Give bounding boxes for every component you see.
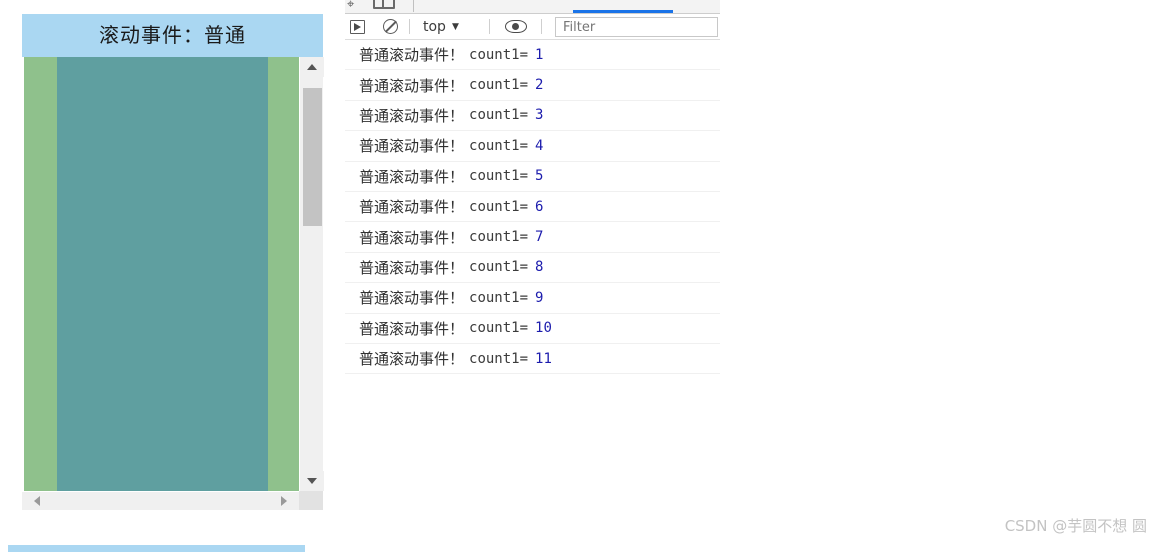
console-message-row[interactable]: 普通滚动事件！ count1= 6: [345, 192, 720, 223]
console-variable-value: 5: [535, 168, 544, 185]
console-variable-value: 1: [535, 46, 544, 63]
horizontal-scrollbar[interactable]: [22, 491, 299, 510]
vertical-scrollbar-thumb[interactable]: [303, 88, 322, 226]
console-variable-value: 6: [535, 198, 544, 215]
console-message-row[interactable]: 普通滚动事件！ count1= 2: [345, 70, 720, 101]
console-message-text: 普通滚动事件！: [359, 258, 465, 277]
scroll-down-button[interactable]: [300, 471, 324, 491]
tabstrip-divider: [413, 0, 414, 12]
console-message-text: 普通滚动事件！: [359, 319, 465, 338]
console-variable-name: count1=: [469, 137, 529, 154]
eye-icon: [505, 20, 527, 33]
console-message-text: 普通滚动事件！: [359, 46, 465, 65]
console-variable-name: count1=: [469, 168, 529, 185]
console-variable-value: 2: [535, 77, 544, 94]
console-message-row[interactable]: 普通滚动事件！ count1= 7: [345, 222, 720, 253]
csdn-watermark: CSDN @芋圆不想 圆: [1004, 517, 1147, 535]
toolbar-divider: [541, 19, 542, 34]
console-message-row[interactable]: 普通滚动事件！ count1= 9: [345, 283, 720, 314]
clear-console-icon: [383, 19, 398, 34]
console-variable-value: 11: [535, 350, 552, 367]
console-variable-name: count1=: [469, 46, 529, 63]
console-message-row[interactable]: 普通滚动事件！ count1= 11: [345, 344, 720, 375]
devtools-tabstrip[interactable]: ⌖: [345, 0, 720, 14]
triangle-up-icon: [307, 64, 317, 70]
console-message-row[interactable]: 普通滚动事件！ count1= 10: [345, 314, 720, 344]
console-message-row[interactable]: 普通滚动事件！ count1= 8: [345, 253, 720, 284]
console-message-row[interactable]: 普通滚动事件！ count1= 3: [345, 101, 720, 132]
console-variable-value: 4: [535, 137, 544, 154]
toolbar-divider: [409, 19, 410, 34]
console-message-text: 普通滚动事件！: [359, 167, 465, 186]
console-message-text: 普通滚动事件！: [359, 106, 465, 125]
demo-panel-title: 滚动事件：普通: [22, 14, 323, 57]
console-toolbar: top ▼: [345, 14, 720, 40]
console-message-text: 普通滚动事件！: [359, 137, 465, 156]
console-variable-value: 7: [535, 229, 544, 246]
demo-content-outer-block: [22, 57, 299, 491]
console-variable-name: count1=: [469, 107, 529, 124]
console-filter-input[interactable]: [555, 17, 718, 37]
clear-console-button[interactable]: [383, 14, 398, 39]
scrollbar-corner: [299, 491, 323, 510]
console-message-row[interactable]: 普通滚动事件！ count1= 4: [345, 131, 720, 162]
triangle-right-icon: [281, 496, 287, 506]
chevron-down-icon: ▼: [451, 21, 459, 32]
devtools-console-panel: ⌖ top ▼ 普通滚动事件！count1=1普通滚动事件！count1=2普通…: [345, 0, 720, 392]
toolbar-divider: [489, 19, 490, 34]
scroll-right-button[interactable]: [273, 492, 295, 510]
console-variable-value: 3: [535, 107, 544, 124]
console-variable-name: count1=: [469, 198, 529, 215]
console-variable-value: 10: [535, 320, 552, 337]
triangle-left-icon: [34, 496, 40, 506]
vertical-scrollbar[interactable]: [299, 57, 324, 491]
live-expression-button[interactable]: [505, 14, 527, 39]
console-message-row[interactable]: 普通滚动事件！ count1= 1: [345, 40, 720, 71]
active-tab-indicator: [573, 10, 673, 13]
console-context-selector[interactable]: top ▼: [423, 14, 459, 39]
console-message-list[interactable]: 普通滚动事件！ count1= 1 普通滚动事件！ count1= 2 普通滚动事件！ cou…: [345, 40, 720, 392]
demo-scroll-viewport[interactable]: [22, 57, 324, 510]
scroll-demo-panel: 滚动事件：普通: [22, 14, 324, 510]
console-message-text: 普通滚动事件！: [359, 228, 465, 247]
sidebar-toggle-icon: [350, 19, 365, 34]
console-message-text: 普通滚动事件！: [359, 289, 465, 308]
page-bottom-accent-bar: [8, 545, 305, 552]
console-message-text: 普通滚动事件！: [359, 198, 465, 217]
console-variable-name: count1=: [469, 259, 529, 276]
scroll-up-button[interactable]: [300, 57, 324, 77]
console-variable-value: 9: [535, 289, 544, 306]
console-context-label: top: [423, 18, 446, 35]
demo-content-inner-block: [57, 57, 268, 491]
console-variable-name: count1=: [469, 229, 529, 246]
inspect-element-icon[interactable]: ⌖: [347, 0, 354, 12]
console-variable-name: count1=: [469, 320, 529, 337]
console-variable-name: count1=: [469, 350, 529, 367]
scroll-left-button[interactable]: [26, 492, 48, 510]
console-message-row[interactable]: 普通滚动事件！ count1= 5: [345, 162, 720, 192]
console-sidebar-toggle-button[interactable]: [350, 14, 365, 39]
console-variable-name: count1=: [469, 77, 529, 94]
console-message-text: 普通滚动事件！: [359, 76, 465, 95]
triangle-down-icon: [307, 478, 317, 484]
console-variable-name: count1=: [469, 289, 529, 306]
console-message-text: 普通滚动事件！: [359, 350, 465, 369]
console-variable-value: 8: [535, 259, 544, 276]
device-toolbar-icon[interactable]: [373, 0, 395, 9]
